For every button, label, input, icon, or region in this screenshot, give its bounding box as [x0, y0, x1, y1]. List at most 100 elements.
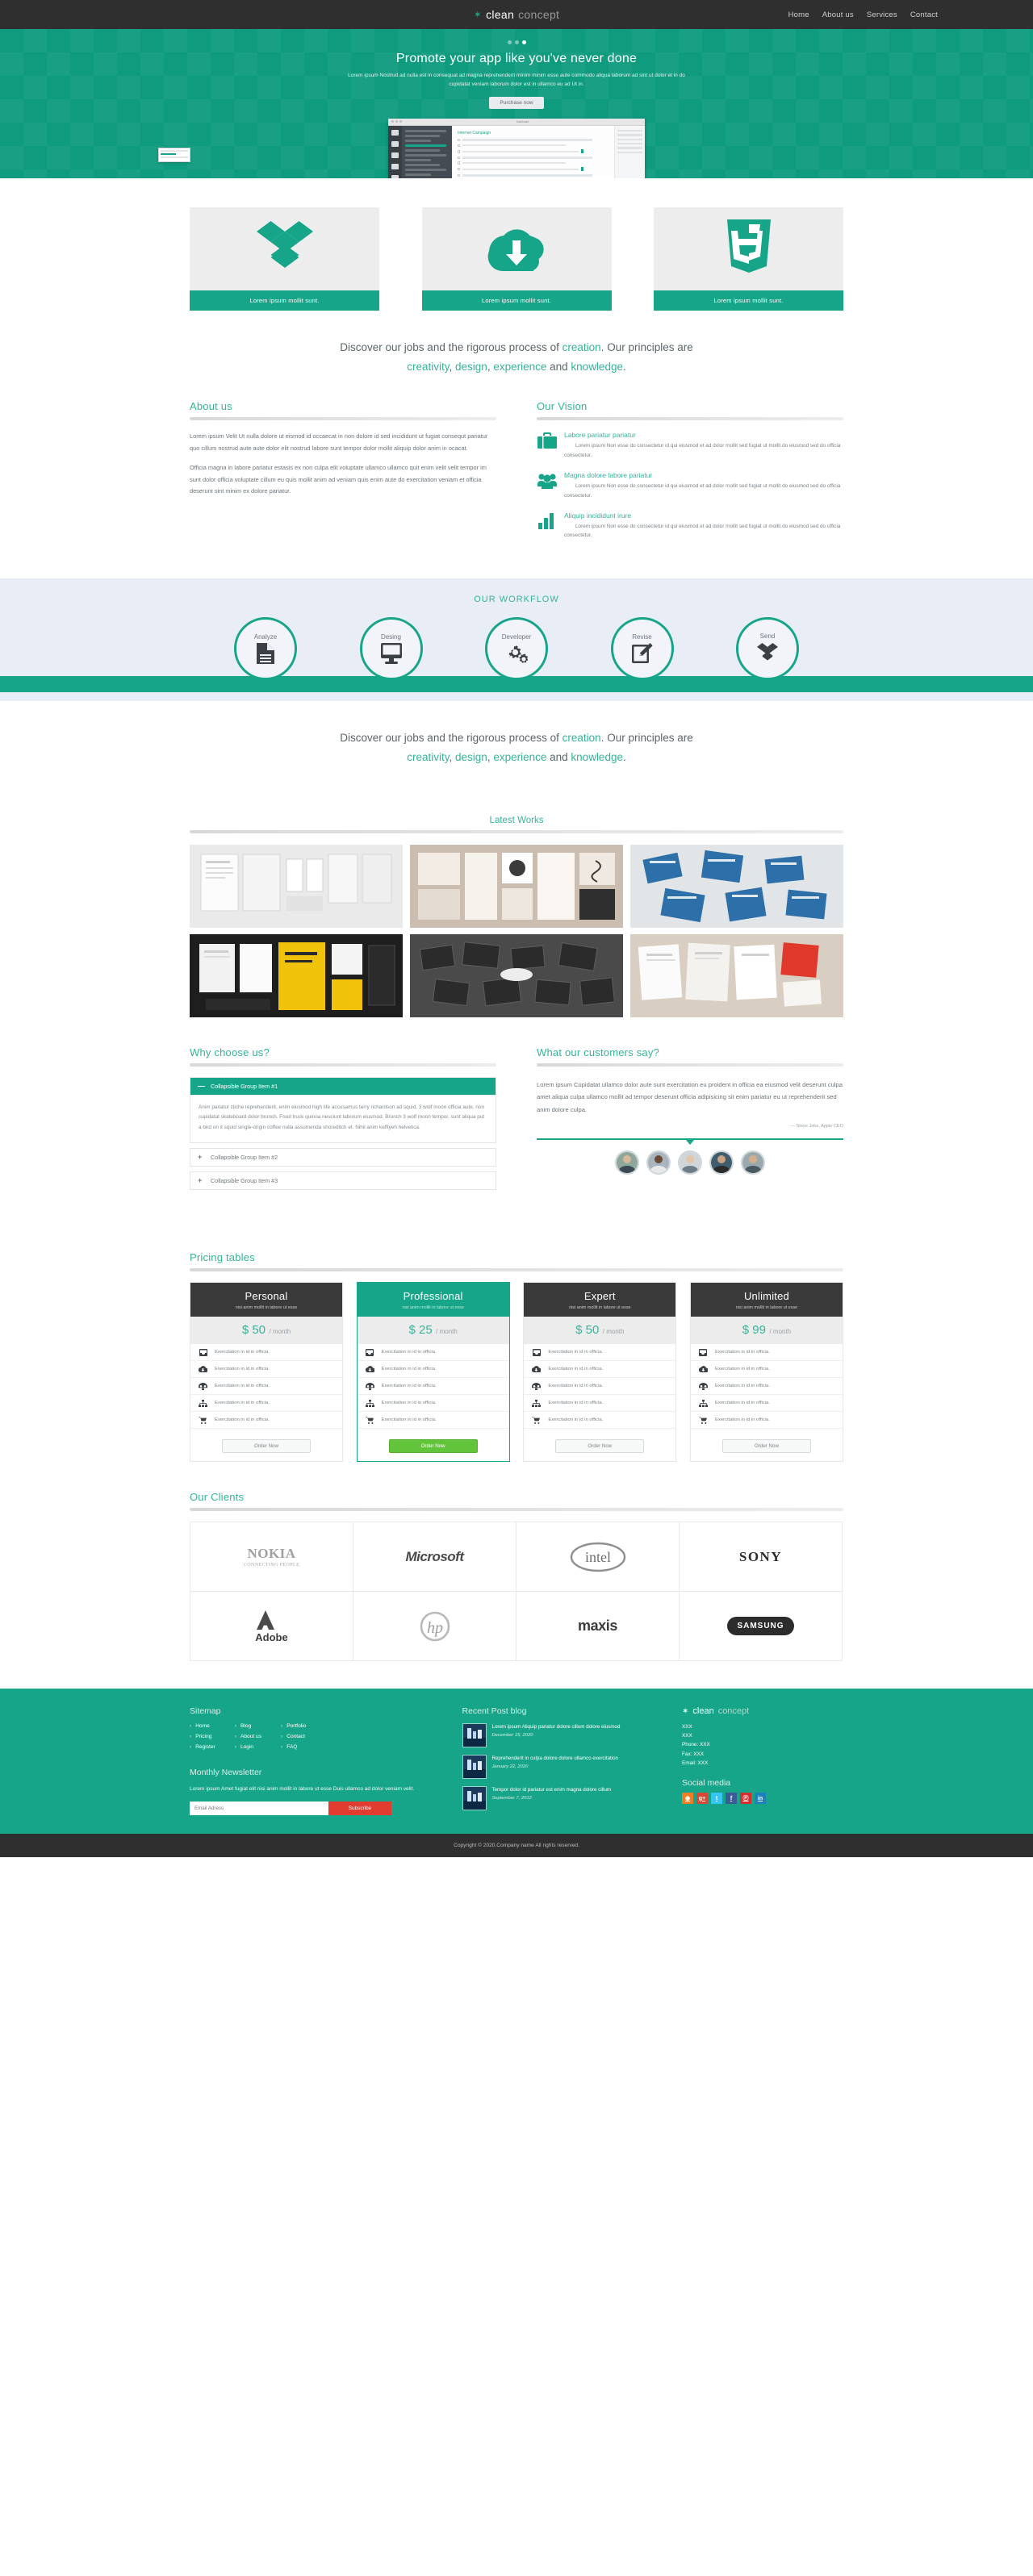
- recent-post-item[interactable]: Lorem ipsum Aliquip pariatur dolore cill…: [462, 1723, 644, 1747]
- twitter-icon[interactable]: t: [711, 1793, 722, 1805]
- sitemap-link-home[interactable]: Home: [190, 1723, 215, 1729]
- sidebar-line: [405, 158, 432, 161]
- plan-feature-label: Exercitation in id in officia.: [714, 1367, 770, 1372]
- tagline2-sep-1: ,: [449, 750, 456, 763]
- cloud-download-icon: [698, 1365, 708, 1373]
- order-now-button-personal[interactable]: Order Now: [222, 1439, 311, 1453]
- mockup-list-row: [458, 138, 609, 142]
- accordion-header-2[interactable]: + Collapsible Group Item #2: [190, 1149, 496, 1166]
- tagline-sep-4: .: [622, 360, 626, 373]
- vision-item-body: Lorem ipsum Non esse do consectetur id q…: [564, 523, 841, 539]
- nav-item-about-us[interactable]: About us: [822, 10, 854, 19]
- mockup-text-line: [462, 161, 566, 165]
- slider-dot-3-active[interactable]: [521, 40, 526, 44]
- tagline-2: Discover our jobs and the rigorous proce…: [190, 701, 843, 791]
- nav-item-services[interactable]: Services: [867, 10, 897, 19]
- avatar-5[interactable]: [741, 1150, 765, 1175]
- mockup-list-row: [458, 173, 609, 177]
- avatar-4[interactable]: [709, 1150, 734, 1175]
- purchase-now-button[interactable]: Purchase now: [489, 96, 544, 109]
- feature-card[interactable]: Lorem ipsum mollit sunt.: [190, 207, 379, 311]
- workflow-step-desing[interactable]: Desing: [359, 617, 423, 681]
- workflow-step-label: Revise: [632, 633, 652, 641]
- nav-item-home[interactable]: Home: [788, 10, 809, 19]
- avatar-2[interactable]: [646, 1150, 671, 1175]
- sony-logo: SONY: [680, 1522, 843, 1592]
- sitemap-link-register[interactable]: Register: [190, 1744, 215, 1750]
- order-now-button-unlimited[interactable]: Order Now: [721, 1439, 811, 1453]
- sitemap-link-pricing[interactable]: Pricing: [190, 1734, 215, 1739]
- sitemap-link-faq[interactable]: FAQ: [281, 1744, 306, 1750]
- post-date: September 7, 2012: [491, 1795, 532, 1801]
- slider-dot-2[interactable]: [514, 40, 519, 44]
- order-now-button-professional[interactable]: Order Now: [388, 1439, 478, 1453]
- work-thumb-2[interactable]: [410, 844, 623, 928]
- recent-post-item[interactable]: Reprehenderit in culpa dolore dolore ull…: [462, 1755, 644, 1779]
- pricing-plan-personal: Personal nisi anim mollit in labore ut e…: [190, 1282, 343, 1462]
- heading-rule: [190, 1268, 843, 1271]
- sitemap-link-blog[interactable]: Blog: [235, 1723, 261, 1729]
- recent-post-item[interactable]: Tempor dolor id pariatur est enim magna …: [462, 1786, 644, 1810]
- newsletter-email-input[interactable]: [190, 1801, 328, 1815]
- dashboard-icon: [199, 1382, 207, 1390]
- work-thumb-4[interactable]: [190, 933, 403, 1017]
- avatar-1[interactable]: [615, 1150, 639, 1175]
- order-now-button-expert[interactable]: Order Now: [555, 1439, 645, 1453]
- pinterest-icon[interactable]: Ⓟ: [740, 1793, 751, 1805]
- work-thumb-6[interactable]: [630, 933, 843, 1017]
- vision-item: Labore pariatur pariatur Lorem ipsum Non…: [537, 431, 843, 461]
- workflow-step-send[interactable]: Send: [736, 617, 799, 681]
- mockup-marker: [581, 149, 584, 154]
- pricing-plan-professional: Professional nisi anim mollit in labore …: [356, 1282, 510, 1462]
- sitemap-link-portfolio[interactable]: Portfolio: [281, 1723, 306, 1729]
- nav-item-contact[interactable]: Contact: [910, 10, 938, 19]
- tagline2-sep-4: .: [622, 750, 626, 763]
- accordion-header-1[interactable]: — Collapsible Group Item #1: [190, 1077, 496, 1095]
- post-thumbnail: [462, 1723, 487, 1747]
- slider-dot-1[interactable]: [507, 40, 512, 44]
- footer-brand-logo[interactable]: ✶ clean concept: [682, 1706, 843, 1716]
- sitemap-link-contact[interactable]: Contact: [281, 1734, 306, 1739]
- tagline-word-creativity: creativity: [407, 360, 450, 373]
- hp-logo: hp: [353, 1592, 516, 1661]
- facebook-icon[interactable]: f: [726, 1793, 737, 1805]
- mockup-list-row: [458, 149, 609, 154]
- plan-feature-label: Exercitation in id in officia.: [215, 1367, 270, 1372]
- plan-period: / month: [769, 1328, 792, 1335]
- plan-feature: Exercitation in id in officia.: [357, 1344, 509, 1361]
- right-line: [617, 134, 642, 136]
- adobe-logo: Adobe: [190, 1592, 353, 1661]
- linkedin-icon[interactable]: in: [755, 1793, 766, 1805]
- tagline2-word-design: design: [455, 750, 487, 763]
- workflow-step-analyze[interactable]: Analyze: [234, 617, 297, 681]
- post-date: December 15, 2020: [491, 1732, 533, 1738]
- feature-card[interactable]: Lorem ipsum mollit sunt.: [654, 207, 843, 311]
- subscribe-button[interactable]: Subscribe: [328, 1801, 391, 1815]
- work-thumb-5[interactable]: [410, 933, 623, 1017]
- rail-icon-5: [391, 174, 399, 178]
- monitor-icon: [380, 643, 402, 665]
- google-plus-icon[interactable]: g+: [696, 1793, 708, 1805]
- feature-card[interactable]: Lorem ipsum mollit sunt.: [421, 207, 612, 311]
- brand-logo[interactable]: ✶ clean concept: [474, 8, 559, 21]
- workflow-step-developer[interactable]: Developer: [485, 617, 548, 681]
- hero-slider-dots[interactable]: [0, 37, 1033, 44]
- client-logo-grid: NOKIA CONNECTING PEOPLE Microsoft intel …: [190, 1522, 843, 1661]
- mockup-list-row: [458, 156, 609, 160]
- plan-price-row: $ 50 / month: [524, 1317, 676, 1344]
- work-thumb-1[interactable]: [190, 844, 403, 928]
- workflow-step-revise[interactable]: Revise: [610, 617, 674, 681]
- footer-container: Sitemap Home Pricing Register Blog About…: [190, 1706, 843, 1818]
- sitemap-link-login[interactable]: Login: [235, 1744, 261, 1750]
- accordion-header-3[interactable]: + Collapsible Group Item #3: [190, 1172, 496, 1189]
- plan-feature: Exercitation in id in officia.: [190, 1395, 342, 1412]
- rss-icon[interactable]: ◉: [682, 1793, 693, 1805]
- vision-item-heading: Aliquip incididunt irure: [564, 511, 632, 520]
- work-thumb-3[interactable]: [630, 844, 843, 928]
- footer-brand-secondary: concept: [717, 1706, 750, 1716]
- page-root: ✶ clean concept Home About us Services C…: [0, 0, 1033, 1857]
- plan-subtitle: nisi anim mollit in labore ut esse: [735, 1305, 798, 1310]
- avatar-3[interactable]: [678, 1150, 702, 1175]
- sitemap-link-about-us[interactable]: About us: [235, 1734, 261, 1739]
- sitemap-icon: [698, 1399, 708, 1407]
